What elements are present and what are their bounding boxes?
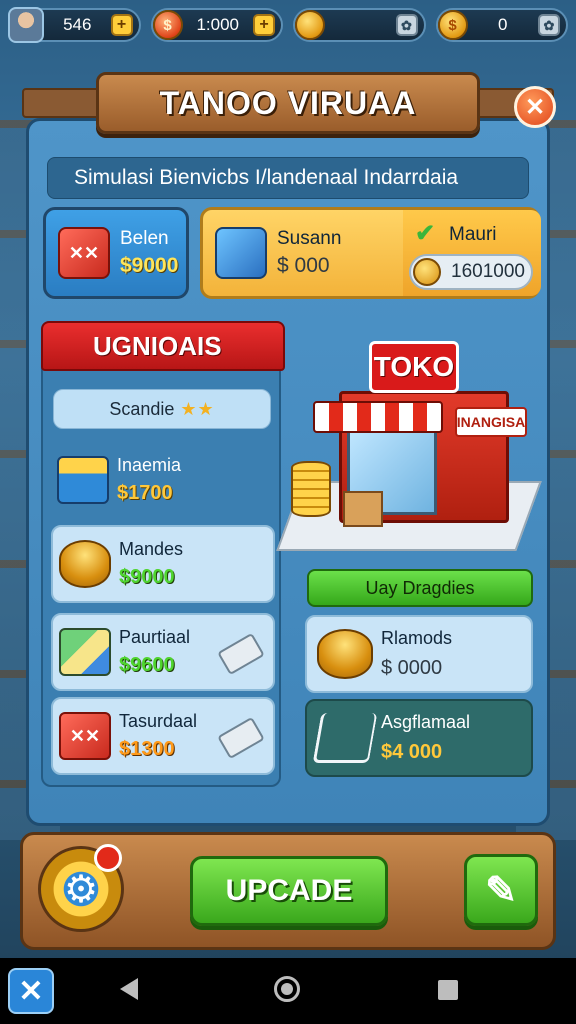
upgrade-button[interactable]: UPCADE bbox=[190, 856, 388, 926]
star-icon: ★★ bbox=[180, 398, 215, 419]
item-name: Tasurdaal bbox=[119, 711, 198, 731]
close-button[interactable]: ✕ bbox=[514, 86, 556, 128]
hud-currency-2[interactable]: ✿ bbox=[293, 8, 426, 42]
gear-icon[interactable]: ✿ bbox=[538, 14, 560, 36]
stat-price: $ 000 bbox=[277, 254, 330, 277]
currency-1-value: 1:000 bbox=[196, 15, 240, 34]
confirm-button[interactable]: ✎ bbox=[464, 854, 538, 926]
list-item[interactable]: Mandes $9000 bbox=[51, 525, 275, 603]
hud-player[interactable]: 546 + bbox=[8, 7, 141, 43]
home-icon[interactable] bbox=[274, 976, 300, 1002]
upgrades-list: UGNIOAIS Scandie ★★ Inaemia $1700 Mandes… bbox=[41, 321, 285, 787]
shop-sign: TOKO bbox=[369, 341, 459, 393]
hud-currency-3[interactable]: $ 0 ✿ bbox=[435, 8, 568, 42]
main-panel: Simulasi Bienvicbs I/landenaal Indarrdai… bbox=[26, 118, 550, 826]
card-name: Rlamods bbox=[381, 628, 453, 648]
coin-icon: $ bbox=[437, 10, 468, 40]
right-card[interactable]: Rlamods $ 0000 bbox=[305, 615, 533, 693]
papers-icon bbox=[59, 628, 111, 676]
daily-deals-button[interactable]: Uay Dragdies bbox=[307, 569, 533, 607]
shop-side-sign: INANGISA bbox=[455, 407, 527, 437]
gear-icon: ⚙ bbox=[63, 868, 99, 911]
balance-value: 1601000 bbox=[451, 261, 525, 282]
hud-currency-1[interactable]: $ 1:000 + bbox=[150, 8, 283, 42]
card-name: Asgflamaal bbox=[381, 712, 471, 732]
list-item[interactable]: Inaemia $1700 bbox=[51, 441, 275, 519]
cube-icon bbox=[59, 712, 111, 760]
ticket-icon[interactable] bbox=[217, 716, 265, 760]
item-name: Inaemia bbox=[117, 455, 182, 475]
box-icon bbox=[215, 227, 267, 279]
stat-price: $9000 bbox=[120, 254, 179, 277]
basket-icon bbox=[57, 456, 109, 504]
coins-icon bbox=[59, 540, 111, 588]
recents-icon[interactable] bbox=[438, 980, 458, 1000]
plus-icon[interactable]: + bbox=[110, 14, 133, 36]
item-price: $9600 bbox=[119, 654, 175, 676]
item-name: Mandes bbox=[119, 539, 184, 559]
coin-icon bbox=[413, 258, 441, 286]
stat-card-left[interactable]: Belen $9000 bbox=[43, 207, 189, 299]
currency-3-value: 0 bbox=[498, 15, 508, 34]
cube-icon bbox=[58, 227, 110, 279]
top-hud: 546 + $ 1:000 + ✿ $ 0 ✿ bbox=[8, 7, 568, 46]
plus-icon[interactable]: + bbox=[253, 14, 275, 36]
item-name: Paurtiaal bbox=[119, 627, 191, 647]
app-close-button[interactable]: ✕ bbox=[8, 968, 54, 1014]
item-price: $1700 bbox=[117, 482, 173, 504]
stat-label: Belen bbox=[120, 228, 169, 249]
list-item[interactable]: Tasurdaal $1300 bbox=[51, 697, 275, 775]
box-icon bbox=[343, 491, 383, 527]
card-price: $ 0000 bbox=[381, 657, 443, 679]
list-item[interactable]: Paurtiaal $9600 bbox=[51, 613, 275, 691]
title-board: TANOO VIRUAA bbox=[96, 72, 480, 134]
ticket-icon[interactable] bbox=[217, 632, 265, 676]
check-icon: ✔ bbox=[415, 220, 436, 247]
stat-card-gold[interactable]: Susann $ 000 ✔ Mauri 1601000 bbox=[200, 207, 541, 299]
shop-awning bbox=[313, 401, 443, 433]
filter-label: Scandie bbox=[109, 398, 175, 419]
right-card[interactable]: Asgflamaal $4 000 bbox=[305, 699, 533, 777]
close-icon: ✕ bbox=[18, 974, 44, 1008]
close-icon: ✕ bbox=[524, 93, 546, 121]
cart-icon bbox=[312, 713, 378, 763]
item-price: $9000 bbox=[119, 566, 175, 588]
filter-pill[interactable]: Scandie ★★ bbox=[53, 389, 271, 429]
player-value: 546 bbox=[63, 15, 92, 34]
back-icon[interactable] bbox=[120, 978, 138, 1000]
balance-chip: 1601000 bbox=[409, 254, 533, 290]
coin-stack-icon bbox=[291, 461, 331, 517]
gear-icon[interactable]: ✿ bbox=[395, 14, 418, 36]
coin-icon: $ bbox=[152, 10, 183, 40]
title-plank-left bbox=[22, 88, 102, 118]
card-price: $4 000 bbox=[381, 741, 443, 763]
shop-illustration: TOKO INANGISA bbox=[276, 331, 542, 557]
list-header: UGNIOAIS bbox=[41, 321, 285, 371]
stat-label: Susann bbox=[277, 228, 342, 249]
coin-icon bbox=[295, 10, 325, 40]
notification-dot bbox=[94, 844, 122, 872]
item-price: $1300 bbox=[119, 738, 175, 760]
page-title: TANOO VIRUAA bbox=[159, 84, 417, 121]
pencil-icon: ✎ bbox=[485, 869, 517, 912]
subtitle-bar: Simulasi Bienvicbs I/landenaal Indarrdai… bbox=[47, 157, 529, 199]
coins-icon bbox=[317, 629, 373, 679]
stat-label-right: Mauri bbox=[449, 224, 497, 245]
avatar[interactable] bbox=[8, 7, 44, 43]
